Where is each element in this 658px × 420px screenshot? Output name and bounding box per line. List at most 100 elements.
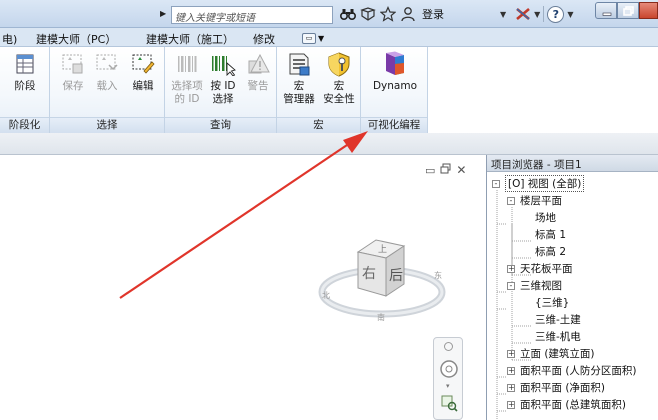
macro-manager-button[interactable]: 宏 管理器 (279, 51, 319, 106)
expand-icon[interactable]: + (507, 383, 515, 392)
warnings-icon (245, 51, 271, 77)
load-selection-button[interactable]: 载入 (92, 51, 122, 93)
close-button[interactable] (639, 2, 658, 19)
viewcube-left-label: 右 (362, 266, 376, 282)
panel-visual-programming: Dynamo 可视化编程 (361, 47, 428, 133)
ribbon: 阶段 阶段化 保存 载入 编辑 选择 选择项 的 ID 按 ID 选择 警告 查… (0, 47, 428, 133)
save-selection-button[interactable]: 保存 (58, 51, 88, 93)
dynamo-label: Dynamo (372, 80, 418, 92)
tab-electrical[interactable]: 电) (2, 31, 17, 47)
minimize-view-icon[interactable]: ▭ (425, 164, 435, 177)
tree-item[interactable]: + 面积平面 (总建筑面积) (507, 396, 626, 413)
subscription-center-icon[interactable] (360, 6, 376, 22)
select-by-id-button[interactable]: 按 ID 选择 (206, 51, 240, 106)
dropdown-arrow-icon[interactable]: ▼ (500, 10, 506, 19)
panel-title-inquiry: 查询 (165, 117, 276, 133)
tree-item[interactable]: - 三维视图 (507, 277, 562, 294)
tree-item-label: [O] 视图 (全部) (505, 175, 585, 192)
load-selection-icon (94, 51, 120, 77)
dropdown-arrow-icon[interactable]: ▼ (567, 10, 573, 19)
title-right-tools: ▼ ▼ ? ▼ (500, 5, 573, 23)
edit-selection-button[interactable]: 编辑 (128, 51, 158, 93)
options-bar (0, 133, 658, 155)
tree-item[interactable]: + 天花板平面 (507, 260, 573, 277)
dropdown-arrow-icon[interactable]: ▾ (446, 382, 450, 390)
zoom-region-icon[interactable] (440, 394, 458, 412)
restore-button[interactable] (617, 2, 639, 19)
dynamo-icon (382, 51, 408, 77)
tree-item-label: 标高 2 (535, 246, 567, 258)
exchange-apps-icon[interactable] (515, 6, 531, 22)
collapse-icon[interactable]: - (492, 179, 500, 188)
minimize-button[interactable] (595, 2, 617, 19)
select-by-id-icon (210, 51, 236, 77)
ribbon-tabs: 电) 建模大师（PC） 建模大师（施工） 修改 ▭ ▼ (0, 28, 658, 47)
ids-of-selection-icon (174, 51, 200, 77)
warnings-button[interactable]: 警告 (243, 51, 273, 93)
tree-item-label: 楼层平面 (520, 195, 562, 207)
tree-item-label: 立面 (建筑立面) (520, 348, 595, 360)
compass-south-label: 南 (377, 312, 385, 322)
tree-item-label: 面积平面 (净面积) (520, 382, 606, 394)
help-button[interactable]: ? (547, 5, 565, 23)
macro-manager-label: 宏 管理器 (283, 80, 315, 105)
panel-title-selection: 选择 (50, 117, 164, 133)
nav-bar-toggle-icon[interactable] (444, 342, 453, 351)
ids-of-selection-button[interactable]: 选择项 的 ID (169, 51, 205, 106)
close-view-icon[interactable]: ✕ (456, 163, 466, 177)
save-selection-icon (60, 51, 86, 77)
favorites-star-icon[interactable] (380, 6, 396, 22)
panel-inquiry: 选择项 的 ID 按 ID 选择 警告 查询 (165, 47, 277, 133)
phases-button[interactable]: 阶段 (8, 51, 42, 93)
tab-modeling-master-construction[interactable]: 建模大师（施工） (146, 31, 234, 47)
compass-east-label: 东 (434, 270, 442, 280)
tree-item[interactable]: 三维-土建 (535, 311, 581, 328)
expand-arrow-icon[interactable]: ▶ (160, 9, 169, 19)
navigation-bar: ▾ (433, 337, 463, 420)
expand-icon[interactable]: + (507, 400, 515, 409)
dynamo-button[interactable]: Dynamo (367, 51, 423, 93)
viewcube[interactable]: 上 右 后 北 东 南 (310, 228, 460, 328)
tree-item[interactable]: {三维} (535, 294, 569, 311)
binoculars-icon[interactable] (340, 6, 356, 22)
tree-item[interactable]: - [O] 视图 (全部) (492, 175, 585, 192)
user-icon[interactable] (400, 6, 416, 22)
tree-item[interactable]: 标高 1 (535, 226, 566, 243)
viewcube-front-label: 后 (389, 268, 403, 284)
tree-item[interactable]: + 面积平面 (人防分区面积) (507, 362, 637, 379)
phases-label: 阶段 (14, 80, 36, 92)
expand-icon[interactable]: + (507, 349, 515, 358)
collapse-icon[interactable]: - (507, 196, 515, 205)
tree-item[interactable]: - 楼层平面 (507, 192, 562, 209)
restore-view-icon[interactable] (440, 163, 451, 177)
collapse-icon[interactable]: - (507, 281, 515, 290)
project-browser: 项目浏览器 - 项目1 - [O] 视图 (全部) - 楼层平面 场地 标高 1 标高 2 +… (486, 155, 658, 420)
tree-item[interactable]: 三维-机电 (535, 328, 581, 345)
tree-item[interactable]: + 面积平面 (净面积) (507, 379, 605, 396)
edit-selection-icon (130, 51, 156, 77)
panel-selection: 保存 载入 编辑 选择 (50, 47, 165, 133)
macro-manager-icon (286, 51, 312, 77)
tab-modeling-master-pc[interactable]: 建模大师（PC） (36, 31, 116, 47)
minimize-ribbon-icon: ▭ (302, 32, 316, 44)
tab-modify[interactable]: 修改 (253, 31, 275, 47)
compass-north-label: 北 (322, 291, 330, 300)
search-input[interactable]: 键入关键字或短语 (171, 6, 333, 24)
expand-icon[interactable]: + (507, 264, 515, 273)
tree-item[interactable]: + 立面 (建筑立面) (507, 345, 595, 362)
title-bar: ▶ 键入关键字或短语 登录 ▼ ▼ ? ▼ (0, 0, 658, 28)
tree-item[interactable]: 标高 2 (535, 243, 566, 260)
edit-selection-label: 编辑 (132, 80, 154, 92)
ids-of-selection-label: 选择项 的 ID (171, 80, 203, 105)
macro-security-label: 宏 安全性 (323, 80, 355, 105)
tree-item[interactable]: 场地 (535, 209, 556, 226)
tree-item-label: 面积平面 (人防分区面积) (520, 365, 637, 377)
macro-security-button[interactable]: 宏 安全性 (319, 51, 359, 106)
dropdown-arrow-icon[interactable]: ▼ (534, 10, 540, 19)
ribbon-toggle-button[interactable]: ▭ ▼ (302, 31, 324, 44)
login-link[interactable]: 登录 (422, 6, 444, 22)
panel-phasing: 阶段 阶段化 (0, 47, 50, 133)
steering-wheel-icon[interactable] (439, 358, 459, 380)
expand-icon[interactable]: + (507, 366, 515, 375)
panel-macros: 宏 管理器 宏 安全性 宏 (277, 47, 361, 133)
